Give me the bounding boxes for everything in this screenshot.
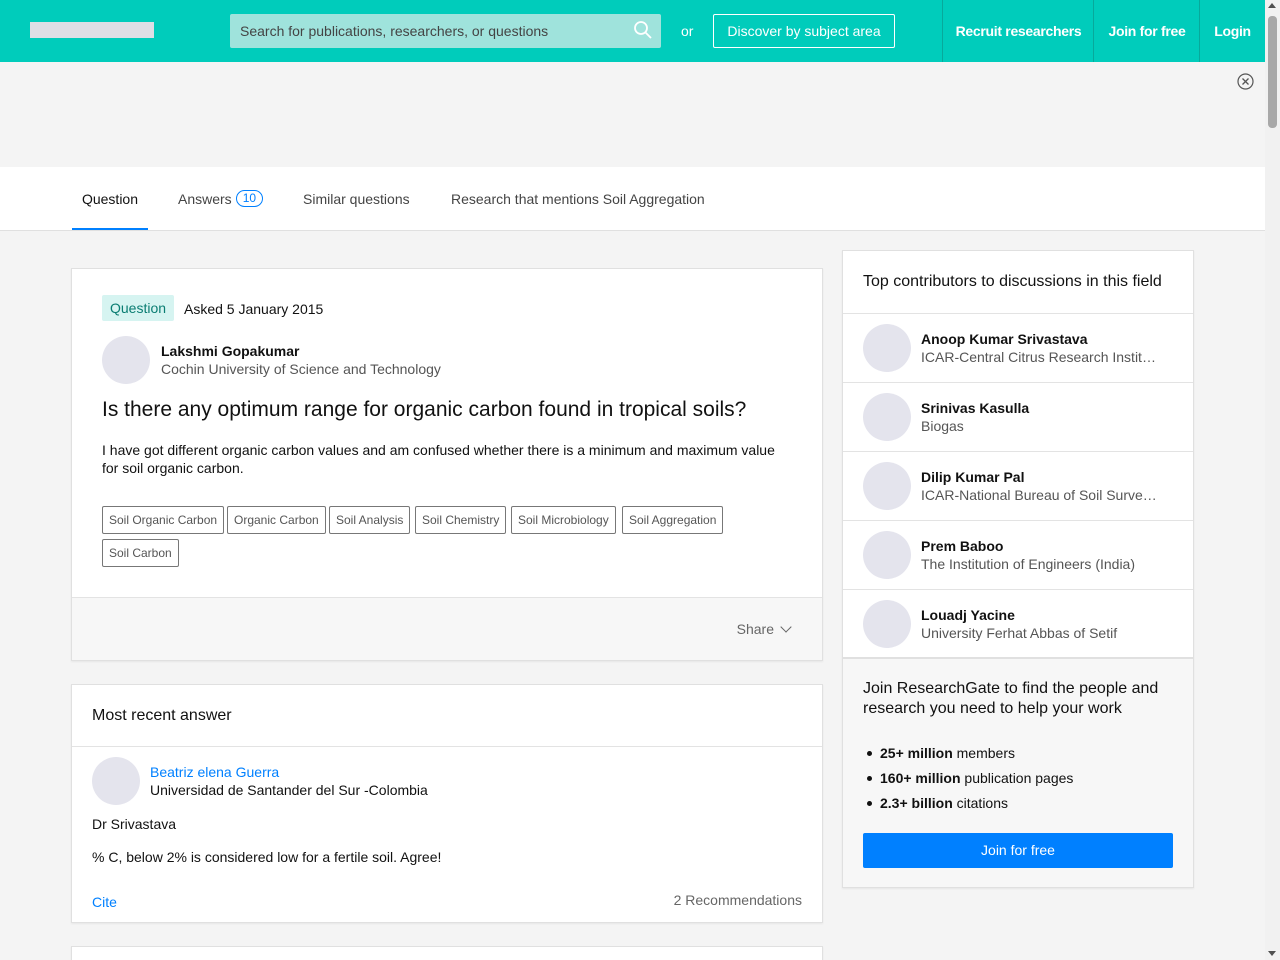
answerer-institution: Universidad de Santander del Sur -Colomb… [150,782,428,798]
join-for-free-button[interactable]: Join for free [863,833,1173,868]
search-input[interactable]: Search for publications, researchers, or… [230,14,661,48]
page-scrollbar[interactable] [1265,0,1280,960]
contributor-institution: ICAR-National Bureau of Soil Survey and … [921,487,1161,503]
topic-tag[interactable]: Soil Organic Carbon [102,506,225,534]
search-placeholder: Search for publications, researchers, or… [240,23,549,39]
scroll-down-arrow-icon[interactable] [1268,951,1276,956]
share-label: Share [736,621,774,637]
contributor-name: Srinivas Kasulla [921,400,1030,416]
most-recent-answer-card: Most recent answer Beatriz elena Guerra … [71,684,823,923]
topic-tag[interactable]: Organic Carbon [227,506,326,534]
contributor-row[interactable]: Prem Baboo The Institution of Engineers … [843,520,1193,589]
discover-by-subject-button[interactable]: Discover by subject area [713,14,895,48]
contributor-name: Prem Baboo [921,538,1004,554]
contributor-row[interactable]: Srinivas Kasulla Biogas [843,382,1193,451]
tab-answers-label: Answers [178,191,232,207]
question-card: Question Asked 5 January 2015 Lakshmi Go… [71,268,823,661]
stat-item: 25+ million members [863,745,1073,770]
recruit-researchers-link[interactable]: Recruit researchers [942,0,1094,62]
question-title: Is there any optimum range for organic c… [102,398,747,421]
contributor-avatar [863,531,911,579]
stat-value: 160+ million [880,770,961,786]
tab-similar-questions[interactable]: Similar questions [303,167,410,230]
answer-text-line: Dr Srivastava [92,816,177,832]
contributor-row[interactable]: Louadj Yacine University Ferhat Abbas of… [843,589,1193,658]
tab-answers[interactable]: Answers 10 [178,167,264,230]
tab-question[interactable]: Question [72,167,148,230]
join-researchgate-panel: Join ResearchGate to find the people and… [842,658,1194,888]
question-tabs: Question Answers 10 Similar questions Res… [0,167,1265,231]
join-stats-list: 25+ million members 160+ million publica… [863,745,1073,820]
stat-label: citations [952,795,1008,811]
researchgate-logo[interactable] [30,22,154,38]
topic-tag[interactable]: Soil Aggregation [622,506,724,534]
top-navigation-bar: Search for publications, researchers, or… [0,0,1265,62]
stat-label: publication pages [960,770,1074,786]
stat-item: 160+ million publication pages [863,770,1073,795]
contributor-institution: Biogas [921,418,964,434]
answerer-avatar[interactable] [92,757,140,805]
or-separator: or [681,23,694,39]
answer-text-line: % C, below 2% is considered low for a fe… [92,849,442,865]
contributor-avatar [863,600,911,648]
asked-date: Asked 5 January 2015 [184,301,324,317]
question-type-badge: Question [102,295,175,321]
contributor-avatar [863,462,911,510]
next-answer-card [71,946,823,960]
contributor-institution: ICAR-Central Citrus Research Institute [921,349,1161,365]
contributor-row[interactable]: Dilip Kumar Pal ICAR-National Bureau of … [843,451,1193,520]
search-icon[interactable] [633,20,653,40]
contributor-institution: University Ferhat Abbas of Setif [921,625,1118,641]
stat-item: 2.3+ billion citations [863,795,1073,820]
answers-count-badge: 10 [235,190,264,207]
topic-tag[interactable]: Soil Chemistry [415,506,507,534]
contributor-name: Louadj Yacine [921,607,1015,623]
contributor-row[interactable]: Anoop Kumar Srivastava ICAR-Central Citr… [843,313,1193,382]
question-author-institution[interactable]: Cochin University of Science and Technol… [161,361,441,377]
contributor-avatar [863,393,911,441]
scroll-thumb[interactable] [1268,16,1277,128]
join-panel-title: Join ResearchGate to find the people and… [863,680,1159,717]
login-link[interactable]: Login [1199,0,1265,62]
topic-tag[interactable]: Soil Analysis [329,506,411,534]
answerer-name-link[interactable]: Beatriz elena Guerra [150,764,279,780]
topic-tag[interactable]: Soil Carbon [102,539,179,567]
question-body: I have got different organic carbon valu… [102,442,775,476]
top-contributors-heading: Top contributors to discussions in this … [863,273,1162,290]
contributor-name: Anoop Kumar Srivastava [921,331,1088,347]
topic-tag[interactable]: Soil Microbiology [511,506,616,534]
question-author-name[interactable]: Lakshmi Gopakumar [161,343,300,359]
author-avatar[interactable] [102,336,150,384]
contributor-avatar [863,324,911,372]
close-ad-icon[interactable] [1237,73,1254,90]
scroll-up-arrow-icon[interactable] [1268,3,1276,8]
tab-related-research[interactable]: Research that mentions Soil Aggregation [451,167,705,230]
answer-card-header: Most recent answer [72,685,822,747]
stat-value: 25+ million [880,745,953,761]
top-contributors-card: Top contributors to discussions in this … [842,250,1194,658]
stat-value: 2.3+ billion [880,795,953,811]
chevron-down-icon [780,621,792,633]
recommendations-count[interactable]: 2 Recommendations [674,892,802,908]
cite-link[interactable]: Cite [92,894,117,910]
question-footer: Share [72,597,822,660]
share-button[interactable]: Share [736,621,792,637]
answer-card-heading: Most recent answer [92,707,232,724]
stat-label: members [952,745,1015,761]
contributor-institution: The Institution of Engineers (India) [921,556,1136,572]
join-for-free-link[interactable]: Join for free [1093,0,1200,62]
contributor-name: Dilip Kumar Pal [921,469,1025,485]
